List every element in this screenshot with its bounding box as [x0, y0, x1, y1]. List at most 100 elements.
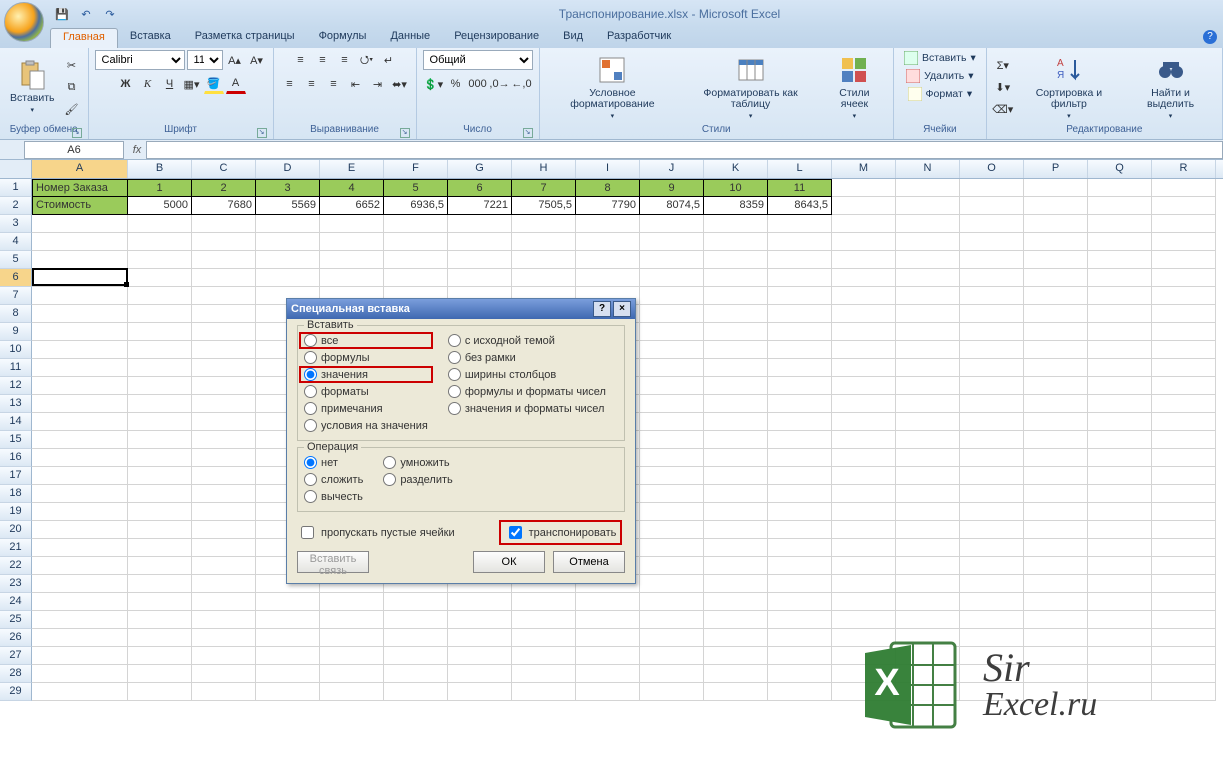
clipboard-dialog-launcher[interactable]: ↘: [72, 128, 82, 138]
cell[interactable]: [192, 341, 256, 359]
format-as-table-button[interactable]: Форматировать как таблицу▾: [682, 52, 819, 123]
cell[interactable]: [832, 233, 896, 251]
cell[interactable]: [1088, 413, 1152, 431]
cell[interactable]: [960, 215, 1024, 233]
cell[interactable]: [1024, 251, 1088, 269]
cell[interactable]: [1088, 197, 1152, 215]
cell[interactable]: [704, 521, 768, 539]
cell[interactable]: [256, 593, 320, 611]
cell[interactable]: [32, 449, 128, 467]
cell[interactable]: [832, 395, 896, 413]
ok-button[interactable]: ОК: [473, 551, 545, 573]
cell[interactable]: [128, 557, 192, 575]
row-header[interactable]: 29: [0, 683, 32, 701]
cell[interactable]: [1152, 413, 1216, 431]
cell[interactable]: [704, 593, 768, 611]
cell[interactable]: [1152, 287, 1216, 305]
cell[interactable]: [512, 665, 576, 683]
cell[interactable]: [32, 377, 128, 395]
cell[interactable]: [512, 233, 576, 251]
cell[interactable]: [640, 251, 704, 269]
cell[interactable]: [832, 377, 896, 395]
cell[interactable]: [128, 413, 192, 431]
cell[interactable]: [960, 413, 1024, 431]
cell[interactable]: [192, 431, 256, 449]
row-header[interactable]: 26: [0, 629, 32, 647]
cell[interactable]: [128, 431, 192, 449]
indent-increase-icon[interactable]: ⇥: [368, 74, 388, 94]
col-header[interactable]: E: [320, 160, 384, 178]
cell[interactable]: [832, 359, 896, 377]
cell[interactable]: [896, 233, 960, 251]
cell[interactable]: [576, 665, 640, 683]
italic-button[interactable]: К: [138, 74, 158, 94]
col-header[interactable]: L: [768, 160, 832, 178]
cancel-button[interactable]: Отмена: [553, 551, 625, 573]
cell[interactable]: [1088, 341, 1152, 359]
cell[interactable]: [640, 611, 704, 629]
cell[interactable]: [960, 179, 1024, 197]
cell[interactable]: [640, 647, 704, 665]
cell[interactable]: [832, 179, 896, 197]
align-middle-icon[interactable]: ≡: [313, 50, 333, 70]
cell[interactable]: [1024, 503, 1088, 521]
cell[interactable]: 2: [192, 179, 256, 197]
font-size-combo[interactable]: 11: [187, 50, 223, 70]
cell[interactable]: [1152, 575, 1216, 593]
cell[interactable]: [704, 485, 768, 503]
cell[interactable]: [192, 395, 256, 413]
delete-cells-button[interactable]: Удалить ▾: [902, 68, 977, 84]
cell[interactable]: [896, 575, 960, 593]
cell[interactable]: [32, 665, 128, 683]
tab-developer[interactable]: Разработчик: [595, 28, 683, 48]
cell[interactable]: [896, 521, 960, 539]
cell[interactable]: [704, 665, 768, 683]
align-bottom-icon[interactable]: ≡: [335, 50, 355, 70]
tab-insert[interactable]: Вставка: [118, 28, 183, 48]
cell[interactable]: [1152, 359, 1216, 377]
cell[interactable]: [704, 359, 768, 377]
cell[interactable]: [192, 377, 256, 395]
cell-styles-button[interactable]: Стили ячеек▾: [822, 52, 887, 123]
grow-font-icon[interactable]: A▴: [225, 50, 245, 70]
cell[interactable]: [1152, 251, 1216, 269]
align-dialog-launcher[interactable]: ↘: [400, 128, 410, 138]
cell[interactable]: [1024, 179, 1088, 197]
cell[interactable]: [704, 629, 768, 647]
cell[interactable]: [192, 251, 256, 269]
font-dialog-launcher[interactable]: ↘: [257, 128, 267, 138]
paste-button[interactable]: Вставить▾: [6, 57, 59, 116]
cell[interactable]: [1024, 359, 1088, 377]
row-header[interactable]: 24: [0, 593, 32, 611]
cell[interactable]: [832, 557, 896, 575]
cell[interactable]: [32, 539, 128, 557]
cell[interactable]: [832, 539, 896, 557]
cell[interactable]: [256, 233, 320, 251]
cell[interactable]: [768, 251, 832, 269]
cell[interactable]: 7221: [448, 197, 512, 215]
cell[interactable]: [768, 539, 832, 557]
cell[interactable]: [448, 683, 512, 701]
col-header[interactable]: N: [896, 160, 960, 178]
cell[interactable]: [704, 341, 768, 359]
cell[interactable]: [640, 683, 704, 701]
cell[interactable]: [576, 269, 640, 287]
cell[interactable]: [512, 647, 576, 665]
row-header[interactable]: 23: [0, 575, 32, 593]
autosum-icon[interactable]: Σ▾: [993, 55, 1013, 75]
cell[interactable]: [256, 269, 320, 287]
col-header[interactable]: Q: [1088, 160, 1152, 178]
cell[interactable]: [32, 575, 128, 593]
cell[interactable]: [32, 269, 128, 287]
cell[interactable]: [512, 611, 576, 629]
cell[interactable]: [1024, 305, 1088, 323]
cell[interactable]: [640, 665, 704, 683]
cell[interactable]: [128, 647, 192, 665]
cell[interactable]: [768, 575, 832, 593]
cell[interactable]: [768, 593, 832, 611]
cell[interactable]: [128, 287, 192, 305]
col-header[interactable]: M: [832, 160, 896, 178]
cell[interactable]: [960, 269, 1024, 287]
cell[interactable]: 8: [576, 179, 640, 197]
cell[interactable]: [192, 683, 256, 701]
